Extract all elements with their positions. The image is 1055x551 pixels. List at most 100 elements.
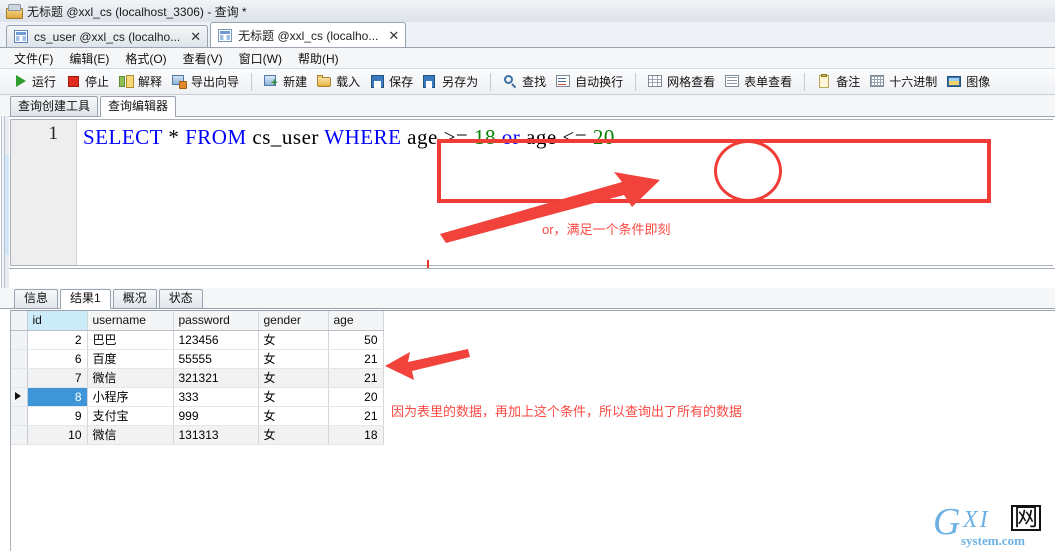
cell-password[interactable]: 999 (173, 406, 259, 426)
form-view-button[interactable]: 表单查看 (720, 71, 797, 93)
close-icon[interactable]: ✕ (388, 29, 399, 42)
cell-gender[interactable]: 女 (258, 387, 329, 407)
sql-editor-surface[interactable]: 1 SELECT * FROM cs_user WHERE age >= 18 … (10, 119, 1053, 266)
tab-info[interactable]: 信息 (14, 289, 59, 308)
sql-token-1: * (162, 125, 186, 149)
cell-id[interactable]: 2 (27, 330, 88, 350)
tab-result1[interactable]: 结果1 (60, 289, 111, 309)
sql-statement[interactable]: SELECT * FROM cs_user WHERE age >= 18 or… (83, 124, 615, 150)
cell-age[interactable]: 21 (328, 406, 384, 426)
cell-password[interactable]: 55555 (173, 349, 259, 369)
tab-query-editor[interactable]: 查询编辑器 (100, 96, 177, 117)
cell-username[interactable]: 微信 (87, 425, 174, 445)
cell-age[interactable]: 20 (328, 387, 384, 407)
scroll-thumb[interactable] (5, 155, 9, 255)
stop-button[interactable]: 停止 (61, 71, 114, 93)
result-grid[interactable]: id username password gender age 2 巴巴 123… (10, 310, 1055, 551)
line-number: 1 (48, 123, 59, 144)
row-indicator[interactable] (11, 425, 28, 445)
menu-format[interactable]: 格式(O) (117, 48, 174, 69)
table-row[interactable]: 10 微信 131313 女 18 (11, 425, 384, 445)
cell-gender[interactable]: 女 (258, 368, 329, 388)
export-wizard-button[interactable]: 导出向导 (167, 71, 244, 93)
cell-password[interactable]: 321321 (173, 368, 259, 388)
table-row[interactable]: 6 百度 55555 女 21 (11, 349, 384, 369)
result-tab-bar[interactable]: 信息 结果1 概况 状态 (0, 288, 1055, 309)
table-row[interactable]: 9 支付宝 999 女 21 (11, 406, 384, 426)
doc-tab-label: cs_user @xxl_cs (localho... (34, 29, 181, 44)
table-row-selected[interactable]: 8 小程序 333 女 20 (11, 387, 384, 407)
result-table[interactable]: id username password gender age 2 巴巴 123… (11, 311, 384, 445)
cell-username[interactable]: 百度 (87, 349, 174, 369)
row-indicator[interactable] (11, 406, 28, 426)
menu-bar[interactable]: 文件(F) 编辑(E) 格式(O) 查看(V) 窗口(W) 帮助(H) (0, 48, 1055, 69)
tab-status[interactable]: 状态 (158, 289, 203, 308)
column-header-age[interactable]: age (328, 311, 384, 331)
cell-username[interactable]: 巴巴 (87, 330, 174, 350)
sql-editor-pane[interactable]: 1 SELECT * FROM cs_user WHERE age >= 18 … (0, 117, 1055, 269)
cell-id[interactable]: 8 (27, 387, 88, 407)
cell-gender[interactable]: 女 (258, 425, 329, 445)
cell-id[interactable]: 6 (27, 349, 88, 369)
cell-id[interactable]: 9 (27, 406, 88, 426)
text-caret (427, 260, 429, 268)
close-icon[interactable]: ✕ (190, 30, 201, 43)
menu-help[interactable]: 帮助(H) (290, 48, 347, 69)
save-as-label: 另存为 (442, 75, 479, 89)
menu-window[interactable]: 窗口(W) (231, 48, 290, 69)
memo-button[interactable]: 备注 (812, 71, 865, 93)
main-toolbar[interactable]: 运行 停止 解释 导出向导 新建 载入 保存 另存为 查找 自动换行 网格查看 (0, 69, 1055, 95)
explain-button[interactable]: 解释 (114, 71, 167, 93)
column-header-gender[interactable]: gender (258, 311, 329, 331)
cell-age[interactable]: 50 (328, 330, 384, 350)
cell-password[interactable]: 131313 (173, 425, 259, 445)
row-indicator[interactable] (11, 368, 28, 388)
cell-username[interactable]: 支付宝 (87, 406, 174, 426)
query-sub-tab-bar[interactable]: 查询创建工具 查询编辑器 (0, 95, 1055, 117)
save-as-button[interactable]: 另存为 (418, 71, 483, 93)
tab-profile[interactable]: 概况 (112, 289, 157, 308)
menu-view[interactable]: 查看(V) (175, 48, 231, 69)
cell-password[interactable]: 333 (173, 387, 259, 407)
cell-username[interactable]: 微信 (87, 368, 174, 388)
cell-gender[interactable]: 女 (258, 349, 329, 369)
sql-token-2: FROM (185, 125, 247, 149)
memo-icon (817, 74, 832, 89)
doc-tab-untitled-query[interactable]: 无标题 @xxl_cs (localho... ✕ (210, 22, 407, 47)
cell-age[interactable]: 21 (328, 349, 384, 369)
hex-button[interactable]: 十六进制 (865, 71, 942, 93)
find-button[interactable]: 查找 (498, 71, 551, 93)
word-wrap-button[interactable]: 自动换行 (551, 71, 628, 93)
cell-id[interactable]: 10 (27, 425, 88, 445)
row-indicator[interactable] (11, 349, 28, 369)
new-button[interactable]: 新建 (259, 71, 312, 93)
row-indicator-current[interactable] (11, 387, 28, 407)
toolbar-separator (635, 72, 637, 91)
run-button[interactable]: 运行 (8, 71, 61, 93)
sql-token-0: SELECT (83, 125, 163, 149)
search-icon (503, 74, 518, 89)
column-header-password[interactable]: password (173, 311, 259, 331)
toolbar-separator (804, 72, 806, 91)
cell-age[interactable]: 18 (328, 425, 384, 445)
cell-password[interactable]: 123456 (173, 330, 259, 350)
tab-query-builder[interactable]: 查询创建工具 (10, 96, 99, 116)
load-button[interactable]: 载入 (312, 71, 365, 93)
doc-tab-cs-user[interactable]: cs_user @xxl_cs (localho... ✕ (6, 25, 209, 47)
save-button[interactable]: 保存 (365, 71, 418, 93)
table-row[interactable]: 2 巴巴 123456 女 50 (11, 330, 384, 350)
cell-gender[interactable]: 女 (258, 406, 329, 426)
column-header-username[interactable]: username (87, 311, 174, 331)
menu-file[interactable]: 文件(F) (6, 48, 61, 69)
cell-gender[interactable]: 女 (258, 330, 329, 350)
document-tab-strip[interactable]: cs_user @xxl_cs (localho... ✕ 无标题 @xxl_c… (0, 22, 1055, 48)
table-row[interactable]: 7 微信 321321 女 21 (11, 368, 384, 388)
cell-age[interactable]: 21 (328, 368, 384, 388)
menu-edit[interactable]: 编辑(E) (61, 48, 117, 69)
image-button[interactable]: 图像 (942, 71, 995, 93)
grid-view-button[interactable]: 网格查看 (643, 71, 720, 93)
cell-id[interactable]: 7 (27, 368, 88, 388)
column-header-id[interactable]: id (27, 311, 88, 331)
cell-username[interactable]: 小程序 (87, 387, 174, 407)
row-indicator[interactable] (11, 330, 28, 350)
